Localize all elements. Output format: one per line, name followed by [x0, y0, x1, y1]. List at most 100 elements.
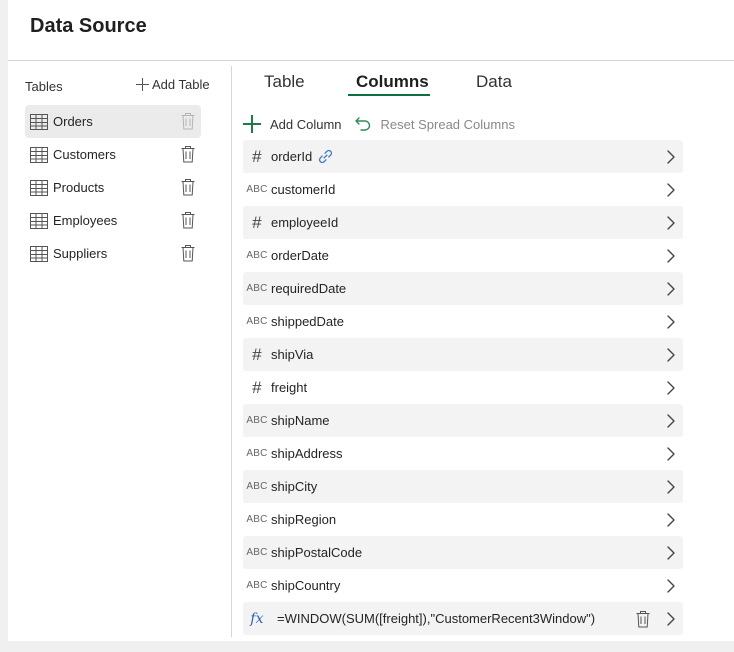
- plus-icon: [243, 115, 261, 133]
- column-row[interactable]: ABC customerId: [243, 173, 683, 206]
- tab-columns[interactable]: Columns: [356, 72, 429, 92]
- table-grid-icon: [30, 146, 48, 163]
- chevron-right-icon[interactable]: [667, 216, 675, 230]
- number-type-icon: #: [252, 146, 262, 166]
- column-row[interactable]: # shipVia: [243, 338, 683, 371]
- sidebar-item-suppliers[interactable]: Suppliers: [25, 237, 201, 270]
- column-row[interactable]: ABC shippedDate: [243, 305, 683, 338]
- column-name: shipVia: [271, 347, 314, 362]
- table-list: Orders Customers Products Employees Supplier…: [25, 105, 201, 270]
- column-name: orderDate: [271, 248, 329, 263]
- column-row[interactable]: ABC shipPostalCode: [243, 536, 683, 569]
- tables-label: Tables: [25, 79, 63, 94]
- text-type-icon: ABC: [246, 514, 268, 525]
- chevron-right-icon[interactable]: [667, 348, 675, 362]
- sidebar-item-orders[interactable]: Orders: [25, 105, 201, 138]
- add-column-label: Add Column: [270, 116, 342, 132]
- add-table-button[interactable]: Add Table: [136, 77, 210, 92]
- add-column-button[interactable]: Add Column: [243, 115, 342, 133]
- trash-icon[interactable]: [181, 145, 195, 163]
- column-row[interactable]: # freight: [243, 371, 683, 404]
- trash-icon[interactable]: [636, 610, 650, 628]
- table-grid-icon: [30, 179, 48, 196]
- column-name: requiredDate: [271, 281, 347, 296]
- table-grid-icon: [30, 113, 48, 130]
- text-type-icon: ABC: [246, 250, 268, 261]
- trash-icon[interactable]: [181, 112, 195, 130]
- number-type-icon: #: [252, 344, 262, 364]
- sidebar-item-label: Employees: [53, 213, 118, 228]
- table-grid-icon: [30, 212, 48, 229]
- undo-arrow-icon: [354, 117, 370, 131]
- chevron-right-icon[interactable]: [667, 150, 675, 164]
- chevron-right-icon[interactable]: [667, 282, 675, 296]
- header-divider: [8, 60, 734, 61]
- column-name: orderId: [271, 149, 313, 164]
- text-type-icon: ABC: [246, 316, 268, 327]
- pane-divider: [231, 66, 232, 637]
- column-row[interactable]: ABC orderDate: [243, 239, 683, 272]
- trash-icon[interactable]: [181, 244, 195, 262]
- chevron-right-icon[interactable]: [667, 579, 675, 593]
- chevron-right-icon[interactable]: [667, 315, 675, 329]
- table-grid-icon: [30, 245, 48, 262]
- trash-icon[interactable]: [181, 178, 195, 196]
- text-type-icon: ABC: [246, 415, 268, 426]
- column-row[interactable]: # employeeId: [243, 206, 683, 239]
- sidebar-item-customers[interactable]: Customers: [25, 138, 201, 171]
- tab-table[interactable]: Table: [264, 72, 305, 92]
- formula-fx-icon: fx: [250, 610, 264, 627]
- text-type-icon: ABC: [246, 547, 268, 558]
- add-table-label: Add Table: [152, 77, 210, 92]
- chevron-right-icon[interactable]: [667, 414, 675, 428]
- active-tab-indicator: [348, 94, 430, 96]
- sidebar-item-label: Customers: [53, 147, 116, 162]
- sidebar-item-label: Orders: [53, 114, 93, 129]
- formula-column-row[interactable]: fx =WINDOW(SUM([freight]),"CustomerRecent…: [243, 602, 683, 635]
- column-row[interactable]: ABC shipCity: [243, 470, 683, 503]
- column-name: shipCity: [271, 479, 318, 494]
- reset-spread-columns-label: Reset Spread Columns: [380, 116, 515, 132]
- text-type-icon: ABC: [246, 184, 268, 195]
- sidebar-item-label: Suppliers: [53, 246, 108, 261]
- text-type-icon: ABC: [246, 283, 268, 294]
- column-name: shipCountry: [271, 578, 341, 593]
- column-row[interactable]: ABC shipName: [243, 404, 683, 437]
- column-name: shipPostalCode: [271, 545, 363, 560]
- number-type-icon: #: [252, 212, 262, 232]
- chevron-right-icon[interactable]: [667, 249, 675, 263]
- text-type-icon: ABC: [246, 580, 268, 591]
- column-name: shippedDate: [271, 314, 344, 329]
- column-name: freight: [271, 380, 308, 395]
- page-title: Data Source: [30, 15, 147, 37]
- columns-toolbar: Add Column Reset Spread Columns: [243, 114, 515, 134]
- column-row[interactable]: ABC shipRegion: [243, 503, 683, 536]
- chevron-right-icon[interactable]: [667, 480, 675, 494]
- sidebar-item-products[interactable]: Products: [25, 171, 201, 204]
- sidebar-item-employees[interactable]: Employees: [25, 204, 201, 237]
- trash-icon[interactable]: [181, 211, 195, 229]
- column-name: customerId: [271, 182, 336, 197]
- chevron-right-icon[interactable]: [667, 381, 675, 395]
- plus-icon: [136, 77, 149, 92]
- chevron-right-icon[interactable]: [667, 447, 675, 461]
- column-row[interactable]: ABC shipAddress: [243, 437, 683, 470]
- tab-data[interactable]: Data: [476, 72, 512, 92]
- column-list: # orderId ABC customerId # employeeId ABC order…: [243, 140, 683, 635]
- chevron-right-icon[interactable]: [667, 513, 675, 527]
- column-name: shipName: [271, 413, 330, 428]
- chevron-right-icon[interactable]: [667, 612, 675, 626]
- column-formula: =WINDOW(SUM([freight]),"CustomerRecent3W…: [277, 611, 596, 626]
- column-name: shipRegion: [271, 512, 337, 527]
- reset-spread-columns-button[interactable]: Reset Spread Columns: [354, 116, 515, 132]
- data-source-panel: Data Source Tables Add Table Orders Custo…: [8, 0, 734, 641]
- number-type-icon: #: [252, 377, 262, 397]
- column-row[interactable]: # orderId: [243, 140, 683, 173]
- column-row[interactable]: ABC requiredDate: [243, 272, 683, 305]
- sidebar-item-label: Products: [53, 180, 105, 195]
- chevron-right-icon[interactable]: [667, 183, 675, 197]
- chevron-right-icon[interactable]: [667, 546, 675, 560]
- column-row[interactable]: ABC shipCountry: [243, 569, 683, 602]
- column-name: employeeId: [271, 215, 339, 230]
- link-icon[interactable]: [318, 149, 333, 164]
